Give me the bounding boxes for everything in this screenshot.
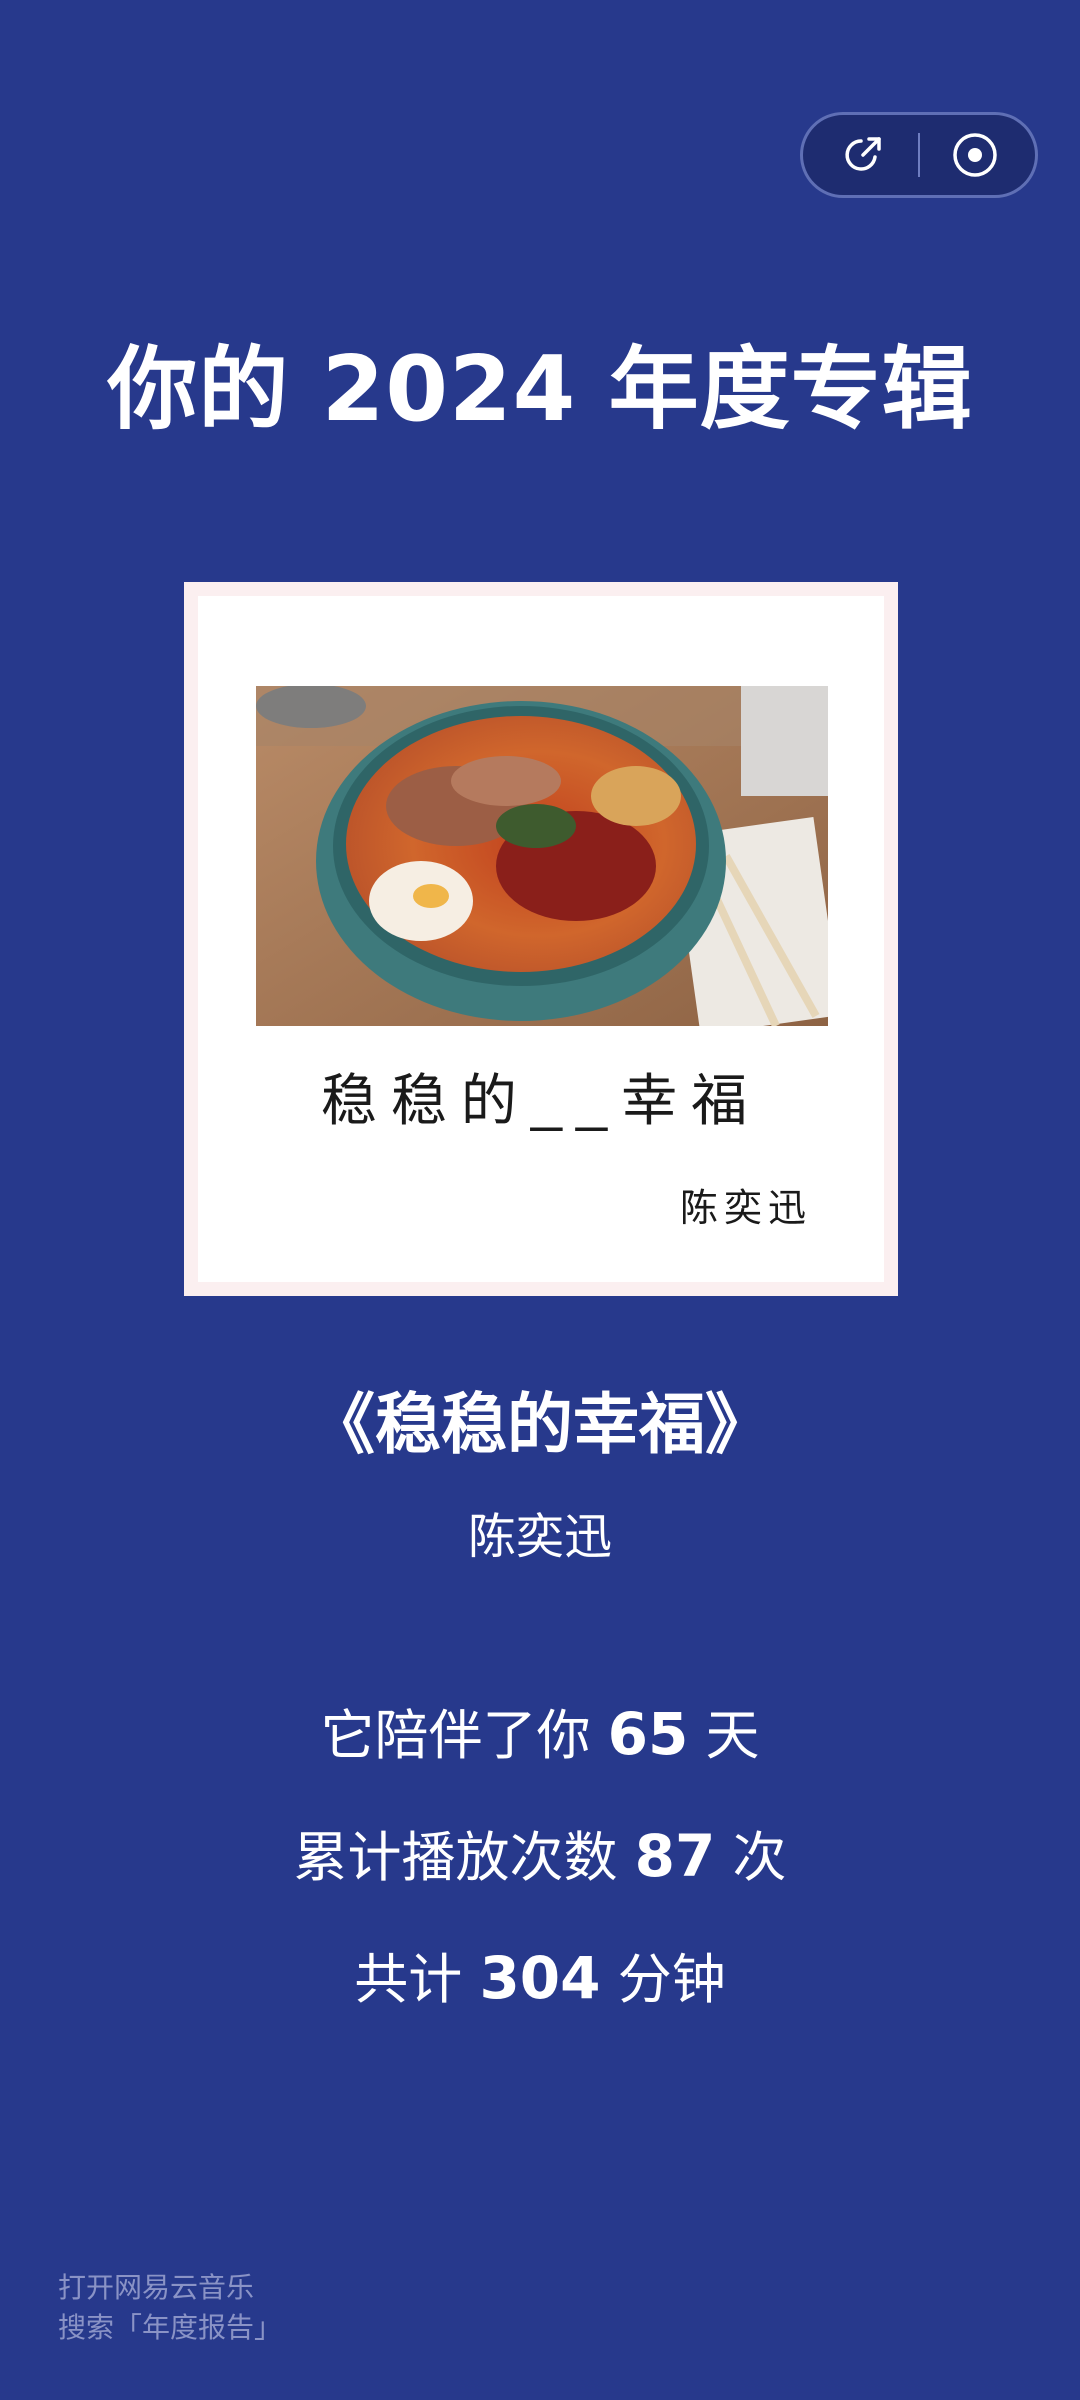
- stat-plays-suffix: 次: [715, 1826, 787, 1889]
- share-button[interactable]: [839, 131, 887, 179]
- share-icon: [845, 137, 881, 171]
- capsule-divider: [918, 133, 920, 177]
- album-cover-card[interactable]: 稳稳的__幸福 陈奕迅: [184, 582, 898, 1296]
- stat-days-value: 65: [607, 1700, 689, 1768]
- target-circle-icon: [953, 133, 997, 177]
- stat-days-suffix: 天: [688, 1704, 760, 1767]
- mini-program-capsule: [800, 112, 1038, 198]
- cover-song-title: 稳稳的__幸福: [320, 1069, 762, 1132]
- ramen-photo: [256, 686, 828, 1026]
- stat-minutes-suffix: 分钟: [600, 1948, 726, 2011]
- close-miniprogram-button[interactable]: [951, 131, 999, 179]
- stat-minutes: 共计 304 分钟: [0, 1938, 1080, 2020]
- stat-plays-prefix: 累计播放次数: [293, 1826, 635, 1889]
- song-title: 《稳稳的幸福》: [309, 1386, 771, 1463]
- stat-plays-value: 87: [634, 1822, 716, 1890]
- stat-days: 它陪伴了你 65 天: [0, 1694, 1080, 1776]
- stat-minutes-prefix: 共计: [354, 1948, 480, 2011]
- album-cover-photo: [256, 686, 828, 1026]
- stat-minutes-value: 304: [479, 1944, 601, 2012]
- footer-line-2: 搜索「年度报告」: [58, 2311, 283, 2344]
- footer-line-1: 打开网易云音乐: [58, 2271, 255, 2304]
- footer-hint: 打开网易云音乐 搜索「年度报告」: [58, 2268, 282, 2348]
- cover-artist: 陈奕迅: [679, 1188, 812, 1230]
- stat-days-prefix: 它陪伴了你: [320, 1704, 608, 1767]
- artist-name: 陈奕迅: [467, 1509, 612, 1565]
- page-title: 你的 2024 年度专辑: [107, 337, 973, 442]
- stat-plays: 累计播放次数 87 次: [0, 1816, 1080, 1898]
- album-cover-inner: 稳稳的__幸福 陈奕迅: [198, 596, 884, 1282]
